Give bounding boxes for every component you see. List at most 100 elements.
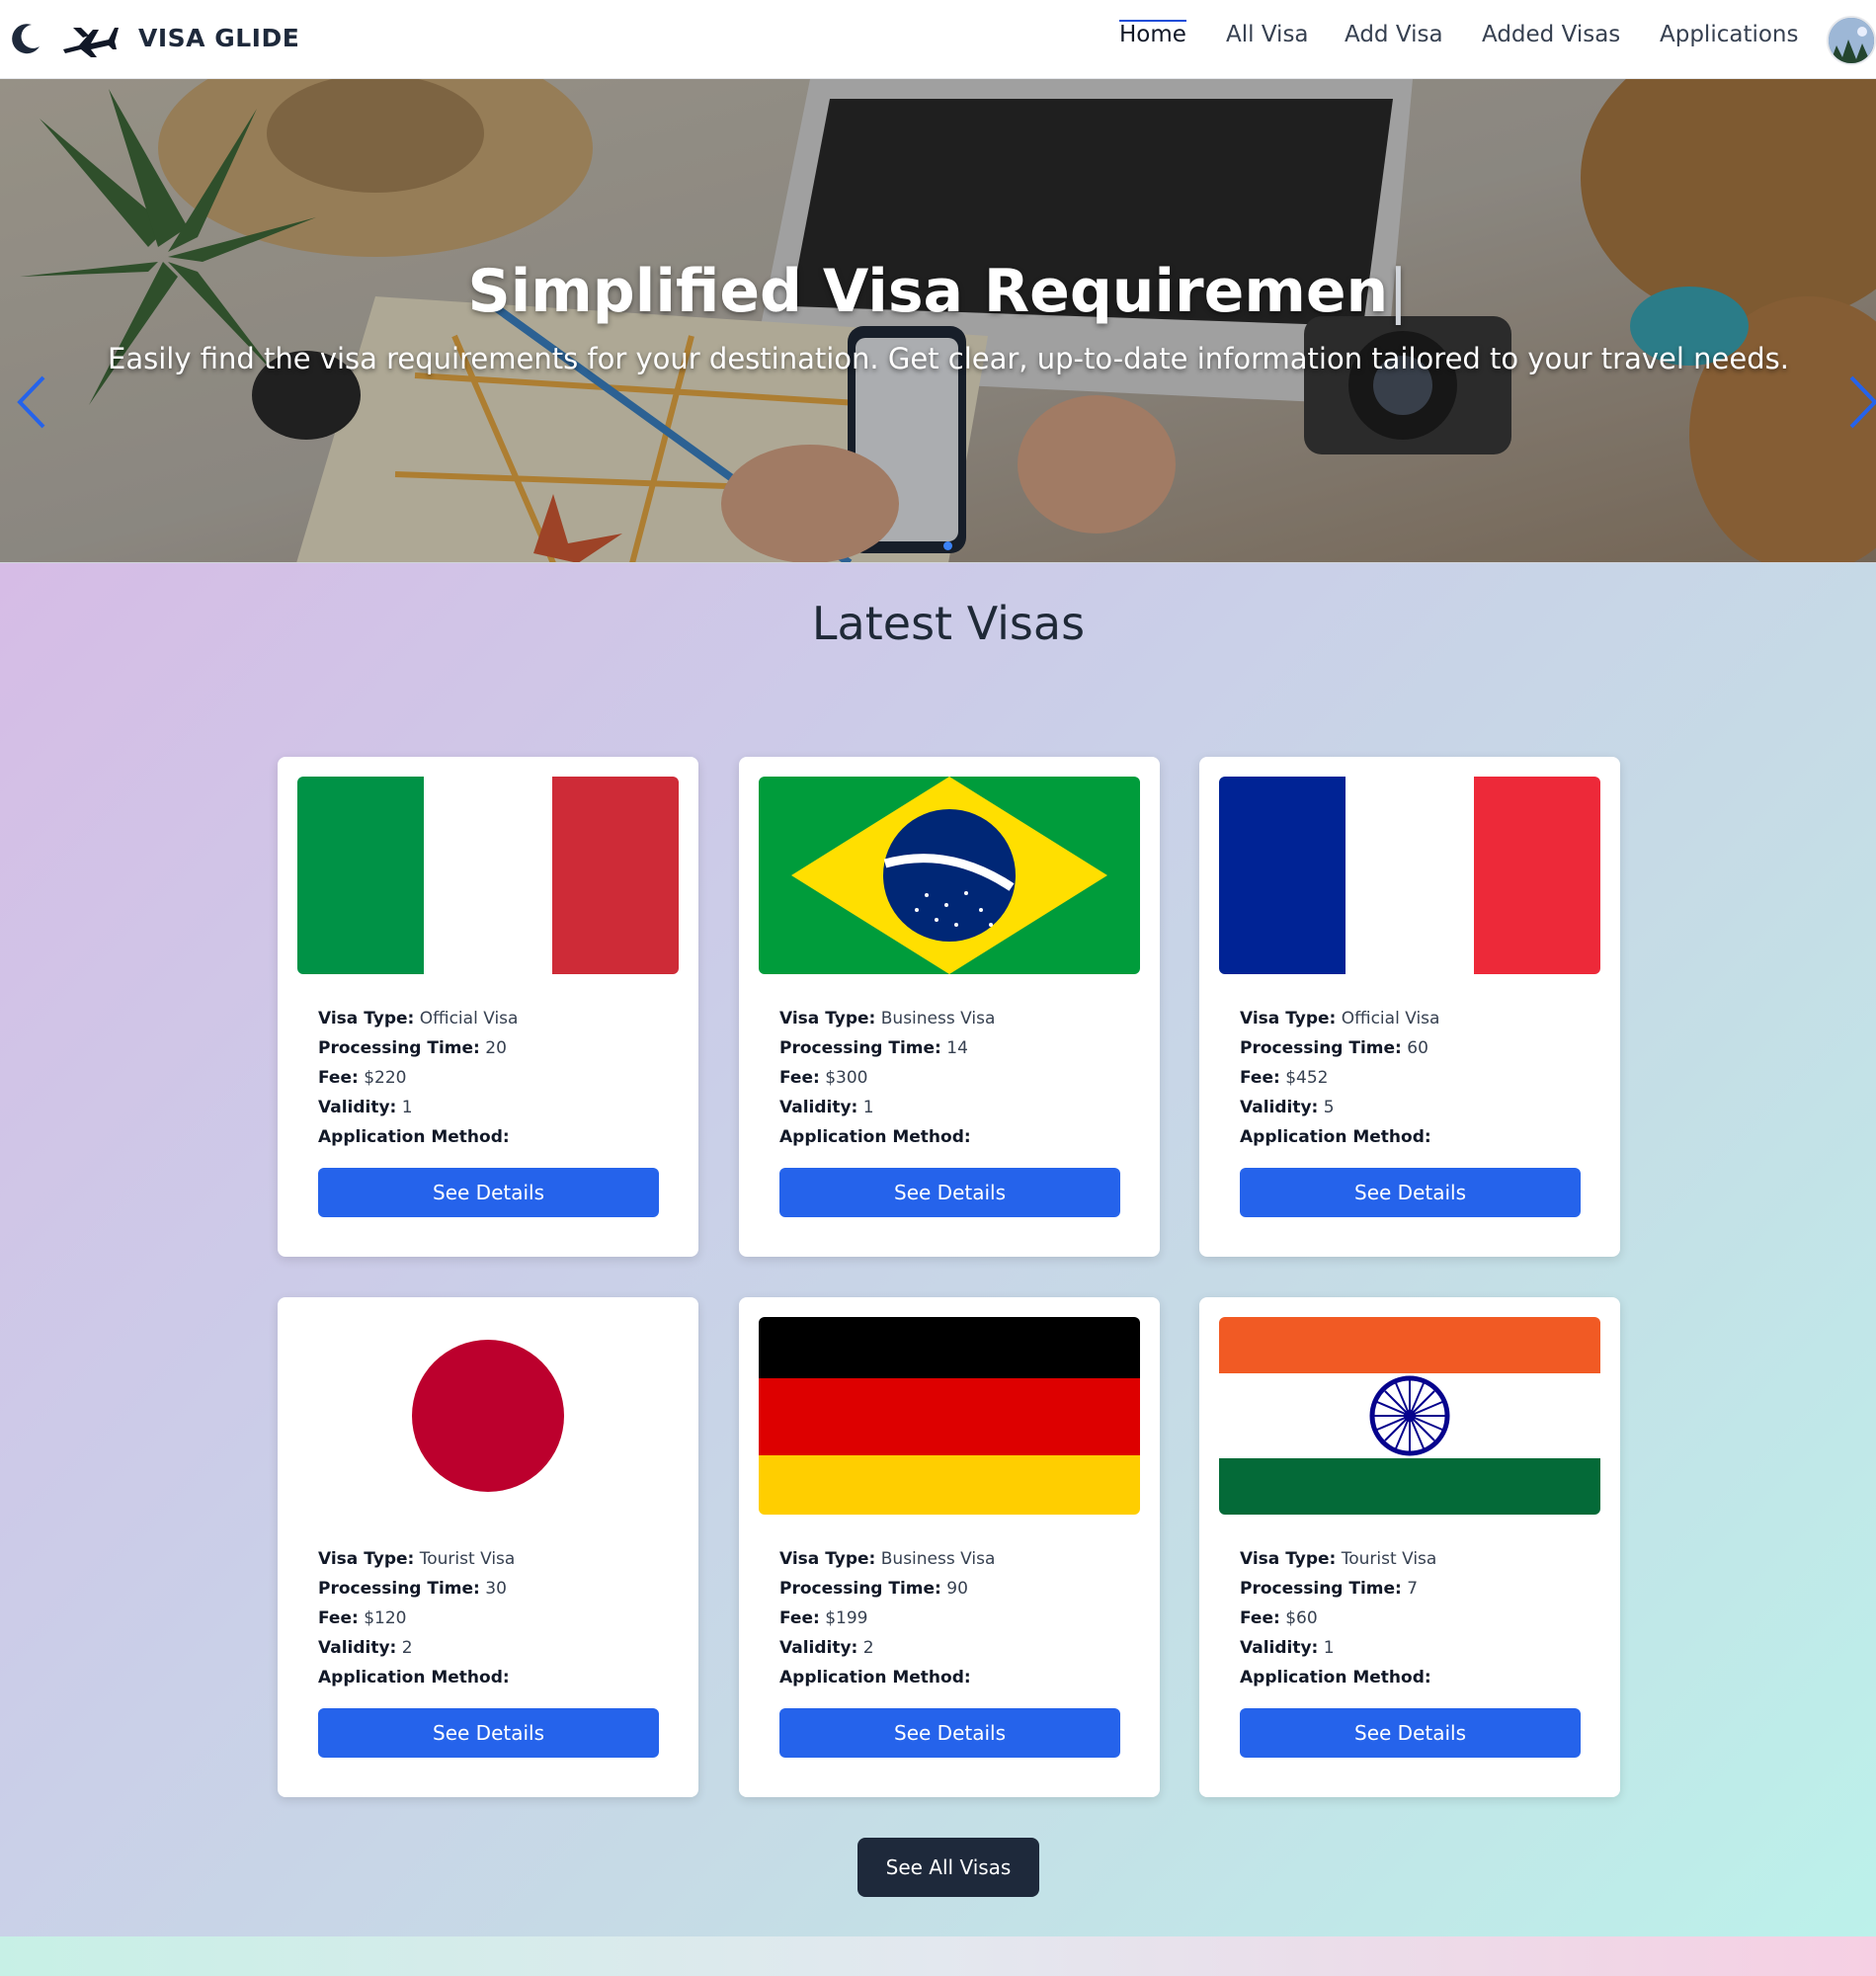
validity-row: Validity: 2 — [779, 1633, 995, 1663]
visa-type-label: Visa Type: — [318, 1549, 415, 1569]
fee-label: Fee: — [1240, 1068, 1280, 1088]
fee-row: Fee: $199 — [779, 1604, 995, 1633]
application-method-row: Application Method: — [779, 1663, 995, 1692]
validity-row: Validity: 1 — [318, 1093, 518, 1122]
see-all-visas-button[interactable]: See All Visas — [857, 1838, 1039, 1897]
latest-visas-section: Latest Visas Visa Type: Official Visa Pr… — [0, 563, 1876, 1936]
user-avatar[interactable] — [1827, 16, 1876, 65]
see-details-button[interactable]: See Details — [779, 1708, 1120, 1758]
hero-title-text: Simplified Visa Requiremen — [467, 257, 1389, 326]
application-method-label: Application Method: — [1240, 1668, 1431, 1688]
visa-info: Visa Type: Tourist Visa Processing Time:… — [1240, 1544, 1436, 1692]
airplane-logo-icon — [63, 28, 119, 57]
fee-value: $220 — [364, 1068, 407, 1088]
chevron-left-icon[interactable] — [14, 373, 47, 431]
fee-value: $452 — [1285, 1068, 1329, 1088]
validity-label: Validity: — [779, 1638, 858, 1658]
application-method-row: Application Method: — [318, 1663, 515, 1692]
application-method-row: Application Method: — [1240, 1663, 1436, 1692]
processing-time-value: 14 — [946, 1038, 968, 1058]
application-method-label: Application Method: — [318, 1127, 510, 1147]
processing-time-row: Processing Time: 14 — [779, 1033, 995, 1063]
carousel-dot[interactable] — [943, 541, 952, 550]
visa-type-label: Visa Type: — [318, 1009, 415, 1029]
visa-info: Visa Type: Tourist Visa Processing Time:… — [318, 1544, 515, 1692]
navbar: VISA GLIDE Home All Visa Add Visa Added … — [0, 0, 1876, 79]
nav-link-home[interactable]: Home — [1119, 20, 1186, 47]
fee-row: Fee: $220 — [318, 1063, 518, 1093]
visa-type-row: Visa Type: Tourist Visa — [318, 1544, 515, 1574]
application-method-label: Application Method: — [779, 1127, 971, 1147]
application-method-row: Application Method: — [1240, 1122, 1439, 1152]
fee-label: Fee: — [318, 1608, 359, 1628]
processing-time-row: Processing Time: 90 — [779, 1574, 995, 1604]
processing-time-row: Processing Time: 7 — [1240, 1574, 1436, 1604]
moon-icon[interactable] — [10, 22, 41, 55]
application-method-label: Application Method: — [779, 1668, 971, 1688]
nav-link-added-visas[interactable]: Added Visas — [1482, 22, 1620, 47]
see-details-button[interactable]: See Details — [318, 1168, 659, 1217]
germany-flag — [759, 1317, 1140, 1515]
chevron-right-icon[interactable] — [1847, 373, 1876, 431]
processing-time-label: Processing Time: — [318, 1579, 480, 1599]
visa-type-value: Tourist Visa — [1341, 1549, 1437, 1569]
see-details-button[interactable]: See Details — [779, 1168, 1120, 1217]
visa-type-row: Visa Type: Official Visa — [1240, 1004, 1439, 1033]
fee-value: $199 — [825, 1608, 868, 1628]
visa-type-value: Business Visa — [880, 1009, 996, 1029]
visa-card: Visa Type: Official Visa Processing Time… — [1199, 757, 1620, 1257]
visa-type-row: Visa Type: Business Visa — [779, 1544, 995, 1574]
visa-type-value: Official Visa — [1341, 1009, 1440, 1029]
visa-type-label: Visa Type: — [779, 1549, 876, 1569]
section-title: Latest Visas — [811, 597, 1086, 650]
visa-card: Visa Type: Business Visa Processing Time… — [739, 1297, 1160, 1797]
validity-row: Validity: 1 — [1240, 1633, 1436, 1663]
validity-value: 5 — [1323, 1098, 1335, 1117]
validity-value: 2 — [862, 1638, 874, 1658]
france-flag — [1219, 777, 1600, 974]
brazil-flag — [759, 777, 1140, 974]
fee-label: Fee: — [318, 1068, 359, 1088]
processing-time-label: Processing Time: — [779, 1579, 941, 1599]
nav-link-add-visa[interactable]: Add Visa — [1345, 22, 1443, 47]
visa-type-label: Visa Type: — [1240, 1549, 1337, 1569]
validity-label: Validity: — [1240, 1098, 1319, 1117]
fee-row: Fee: $120 — [318, 1604, 515, 1633]
visa-info: Visa Type: Business Visa Processing Time… — [779, 1004, 995, 1152]
visa-type-value: Official Visa — [419, 1009, 519, 1029]
see-details-button[interactable]: See Details — [1240, 1168, 1581, 1217]
visa-info: Visa Type: Business Visa Processing Time… — [779, 1544, 995, 1692]
visa-type-value: Tourist Visa — [419, 1549, 516, 1569]
processing-time-row: Processing Time: 30 — [318, 1574, 515, 1604]
fee-value: $120 — [364, 1608, 407, 1628]
see-details-button[interactable]: See Details — [1240, 1708, 1581, 1758]
processing-time-label: Processing Time: — [779, 1038, 941, 1058]
validity-row: Validity: 1 — [779, 1093, 995, 1122]
nav-link-all-visa[interactable]: All Visa — [1226, 22, 1309, 47]
fee-value: $300 — [825, 1068, 868, 1088]
fee-row: Fee: $300 — [779, 1063, 995, 1093]
japan-flag — [297, 1317, 679, 1515]
nav-link-applications[interactable]: Applications — [1660, 22, 1799, 47]
processing-time-value: 90 — [946, 1579, 968, 1599]
validity-label: Validity: — [318, 1098, 397, 1117]
brand-name[interactable]: VISA GLIDE — [138, 24, 299, 52]
processing-time-row: Processing Time: 20 — [318, 1033, 518, 1063]
visa-card: Visa Type: Business Visa Processing Time… — [739, 757, 1160, 1257]
visa-type-row: Visa Type: Tourist Visa — [1240, 1544, 1436, 1574]
visa-type-row: Visa Type: Official Visa — [318, 1004, 518, 1033]
visa-card: Visa Type: Tourist Visa Processing Time:… — [278, 1297, 698, 1797]
processing-time-value: 30 — [485, 1579, 507, 1599]
avatar-image — [1829, 18, 1874, 63]
footer-strip — [0, 1936, 1876, 1976]
see-details-button[interactable]: See Details — [318, 1708, 659, 1758]
processing-time-value: 7 — [1407, 1579, 1419, 1599]
processing-time-label: Processing Time: — [1240, 1579, 1402, 1599]
hero-subtitle: Easily find the visa requirements for yo… — [108, 342, 1789, 375]
fee-row: Fee: $60 — [1240, 1604, 1436, 1633]
validity-label: Validity: — [318, 1638, 397, 1658]
typing-cursor: | — [1388, 257, 1409, 326]
processing-time-label: Processing Time: — [1240, 1038, 1402, 1058]
hero-carousel: Simplified Visa Requiremen| Easily find … — [0, 79, 1876, 563]
visa-card: Visa Type: Official Visa Processing Time… — [278, 757, 698, 1257]
